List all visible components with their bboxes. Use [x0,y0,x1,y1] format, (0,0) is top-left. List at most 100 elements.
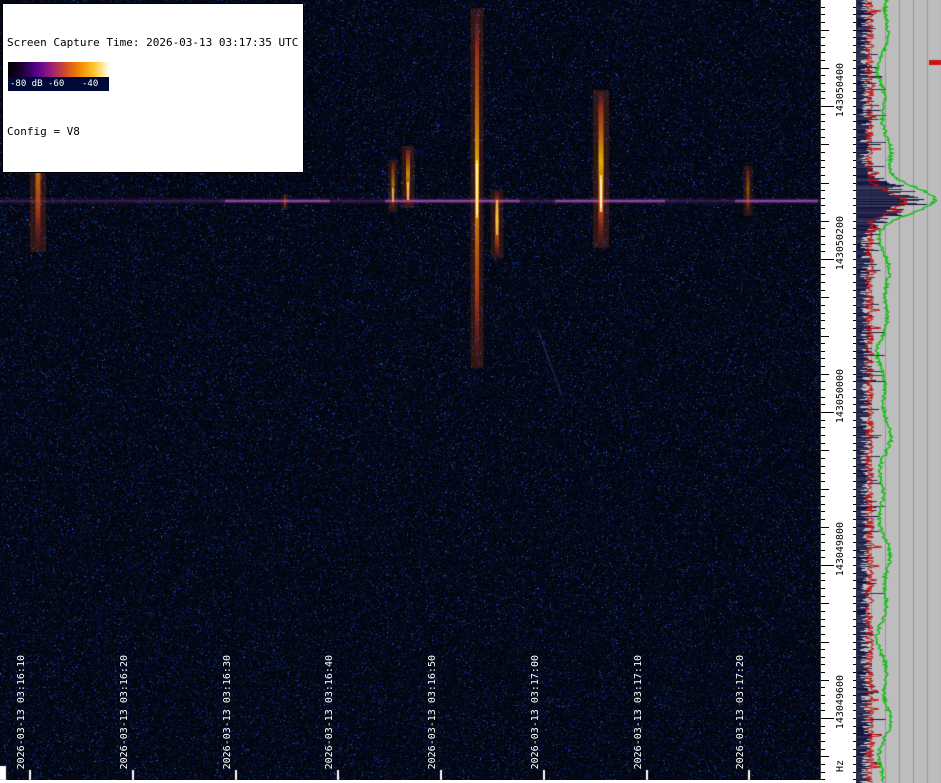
freq-tick [853,213,856,214]
freq-tick [853,129,856,130]
freq-tick [853,634,856,635]
freq-tick [853,496,856,497]
freq-tick [821,45,825,46]
freq-tick [821,198,825,199]
freq-tick [853,198,856,199]
freq-tick [853,160,856,161]
freq-tick [853,687,856,688]
freq-tick [821,473,825,474]
freq-tick [853,710,856,711]
colorbar-labels: -80 dB -60 -40 [8,77,109,91]
freq-tick [821,733,825,734]
freq-tick [821,427,825,428]
freq-tick [821,75,825,76]
freq-tick [853,664,856,665]
freq-tick [853,565,856,566]
freq-tick [853,596,856,597]
freq-tick [853,756,856,757]
freq-label: 143050000 [835,369,846,424]
freq-tick [821,557,825,558]
freq-tick [853,397,856,398]
freq-tick [821,389,825,390]
freq-tick [853,420,856,421]
freq-tick [853,83,856,84]
freq-label: 143049600 [835,675,846,730]
freq-tick [821,106,834,107]
freq-tick [821,137,825,138]
freq-tick [853,427,856,428]
freq-tick [821,450,829,451]
freq-tick [821,703,825,704]
freq-tick [821,542,825,543]
freq-tick [821,251,825,252]
freq-tick [853,30,856,31]
freq-tick [853,772,856,773]
freq-tick [853,389,856,390]
freq-tick [853,328,856,329]
freq-tick [821,60,825,61]
freq-tick [821,175,825,176]
freq-tick [821,481,825,482]
freq-tick [821,527,829,528]
freq-tick [821,642,829,643]
freq-tick [853,152,856,153]
freq-tick [821,741,825,742]
freq-tick [853,290,856,291]
freq-tick [821,114,825,115]
freq-tick [853,343,856,344]
freq-tick [853,580,856,581]
freq-tick [821,290,825,291]
freq-tick [821,30,829,31]
freq-tick [853,7,856,8]
freq-tick [853,22,856,23]
freq-tick [853,726,856,727]
freq-tick [853,542,856,543]
freq-tick [853,60,856,61]
freq-tick [853,137,856,138]
freq-tick [853,657,856,658]
freq-tick [821,657,825,658]
freq-tick [821,619,825,620]
freq-tick [853,680,856,681]
freq-tick [853,336,856,337]
freq-tick [853,98,856,99]
freq-tick [821,596,825,597]
freq-tick [853,144,856,145]
freq-tick [821,313,825,314]
freq-tick [821,343,825,344]
freq-label: 143049800 [835,522,846,577]
freq-tick [853,374,856,375]
freq-label: 143050200 [835,216,846,271]
spectrum-panel-canvas [856,0,941,783]
freq-tick [853,75,856,76]
freq-tick [821,121,825,122]
freq-tick [821,320,825,321]
freq-tick [853,381,856,382]
freq-tick [853,404,856,405]
freq-tick [821,52,825,53]
freq-tick [821,144,829,145]
freq-tick [853,106,856,107]
freq-tick [853,351,856,352]
freq-tick [853,121,856,122]
freq-tick [853,412,856,413]
freq-tick [853,175,856,176]
freq-tick [821,412,834,413]
freq-tick [821,267,825,268]
freq-tick [853,550,856,551]
freq-tick [853,267,856,268]
freq-tick [853,527,856,528]
freq-tick [821,664,825,665]
freq-tick [821,228,825,229]
freq-tick [821,351,825,352]
freq-tick [853,228,856,229]
freq-tick [853,114,856,115]
freq-tick [853,183,856,184]
freq-tick [821,297,829,298]
freq-tick [853,511,856,512]
freq-tick [821,611,825,612]
freq-tick [821,443,825,444]
freq-tick [821,420,825,421]
freq-tick [853,557,856,558]
freq-tick [821,580,825,581]
